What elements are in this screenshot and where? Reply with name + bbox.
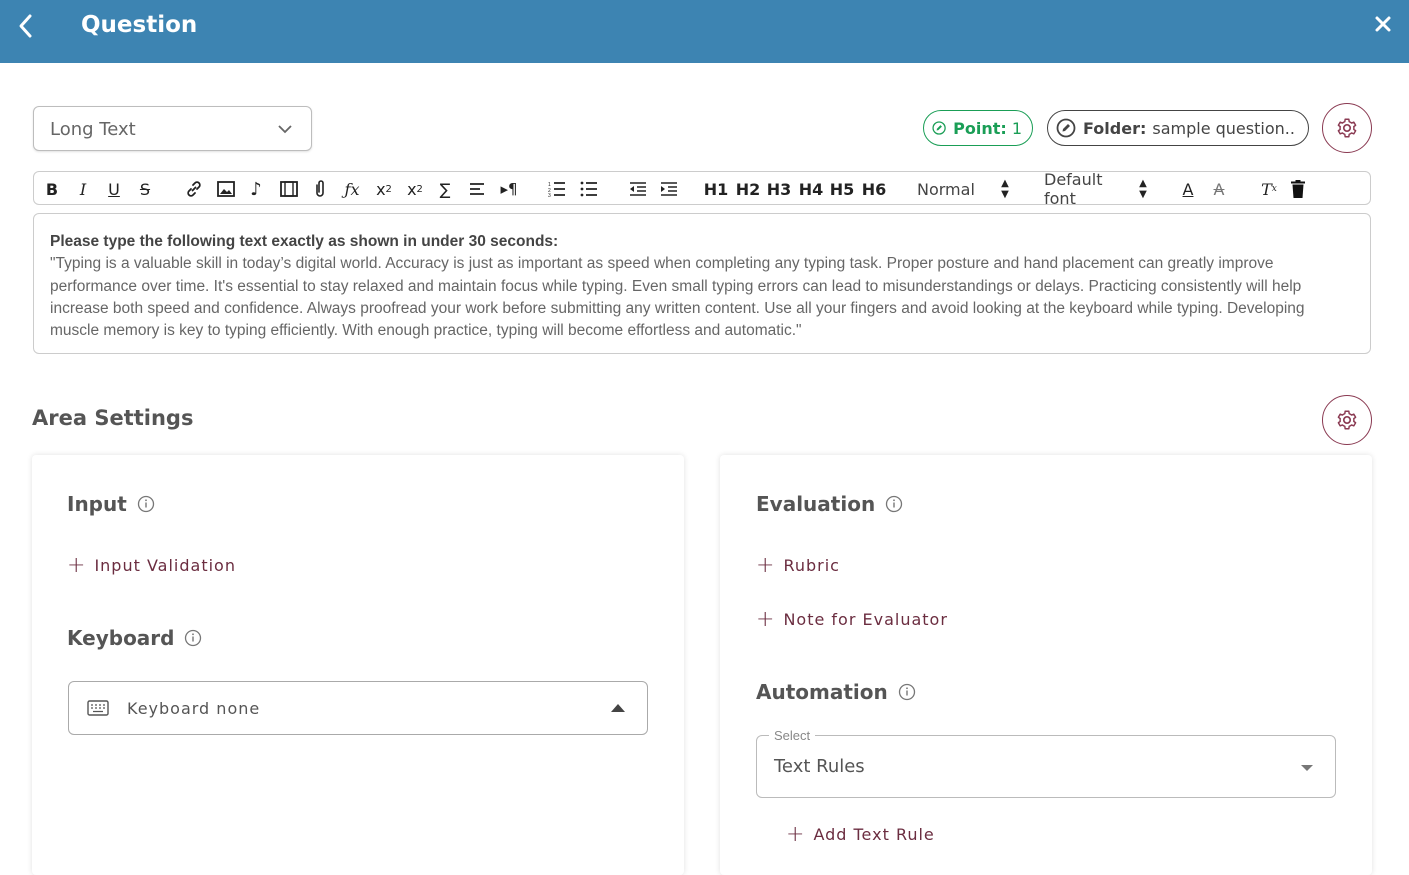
add-input-validation-label: Input Validation bbox=[94, 556, 236, 575]
page-title: Question bbox=[81, 12, 198, 38]
point-value: 1 bbox=[1011, 118, 1022, 138]
folder-button[interactable]: Folder: sample question.. bbox=[1047, 110, 1309, 146]
chevron-down-icon bbox=[278, 125, 292, 134]
area-settings-button[interactable] bbox=[1322, 395, 1372, 445]
folder-value: sample question.. bbox=[1152, 118, 1295, 138]
music-icon[interactable]: ♪ bbox=[246, 178, 266, 200]
point-button[interactable]: Point: 1 bbox=[923, 110, 1033, 146]
keyboard-select[interactable]: Keyboard none bbox=[68, 681, 648, 735]
bold-icon[interactable]: B bbox=[43, 178, 61, 200]
align-icon[interactable] bbox=[467, 178, 487, 200]
select-legend: Select bbox=[769, 728, 816, 743]
heading-4-button[interactable]: H4 bbox=[799, 178, 824, 200]
editor-toolbar: B I U S ♪ ƒx x2 x2 ∑ ▸¶ 123 H1 H2 H3 H4 … bbox=[33, 170, 1371, 208]
superscript-icon[interactable]: x2 bbox=[404, 178, 426, 200]
gear-icon bbox=[1337, 118, 1357, 138]
edit-icon bbox=[1056, 118, 1076, 138]
svg-text:3: 3 bbox=[548, 193, 551, 197]
font-select-value[interactable]: Default font bbox=[1044, 170, 1139, 208]
italic-icon[interactable]: I bbox=[74, 178, 92, 200]
heading-5-button[interactable]: H5 bbox=[830, 178, 855, 200]
evaluation-section-title: Evaluation bbox=[756, 492, 903, 516]
input-section-title: Input bbox=[67, 492, 155, 516]
outdent-icon[interactable] bbox=[627, 178, 649, 200]
keyboard-icon bbox=[87, 700, 109, 716]
image-icon[interactable] bbox=[216, 178, 236, 200]
add-input-validation-button[interactable]: + Input Validation bbox=[67, 552, 236, 578]
info-icon[interactable] bbox=[898, 683, 916, 701]
caret-up-icon bbox=[611, 704, 625, 712]
size-select-value[interactable]: Normal bbox=[917, 178, 977, 200]
question-text-editor[interactable]: Please type the following text exactly a… bbox=[33, 213, 1371, 354]
heading-2-button[interactable]: H2 bbox=[736, 178, 761, 200]
info-icon[interactable] bbox=[137, 495, 155, 513]
heading-3-button[interactable]: H3 bbox=[767, 178, 792, 200]
back-arrow-icon[interactable] bbox=[14, 12, 38, 40]
question-settings-button[interactable] bbox=[1322, 103, 1372, 153]
highlight-color-icon[interactable]: A bbox=[1209, 178, 1229, 200]
folder-label: Folder: bbox=[1083, 118, 1147, 138]
add-text-rule-button[interactable]: + Add Text Rule bbox=[786, 821, 935, 847]
automation-section-title: Automation bbox=[756, 680, 916, 704]
editor-lead-text: Please type the following text exactly a… bbox=[50, 233, 559, 250]
area-settings-title: Area Settings bbox=[32, 406, 194, 430]
add-text-rule-label: Add Text Rule bbox=[813, 825, 935, 844]
text-color-icon[interactable]: A bbox=[1178, 178, 1198, 200]
font-select-arrows-icon[interactable]: ▲ ▼ bbox=[1137, 178, 1149, 200]
plus-icon: + bbox=[786, 821, 806, 847]
strikethrough-icon[interactable]: S bbox=[136, 178, 154, 200]
caret-down-icon bbox=[1301, 765, 1313, 771]
keyboard-title-text: Keyboard bbox=[67, 626, 175, 650]
keyboard-section-title: Keyboard bbox=[67, 626, 202, 650]
underline-icon[interactable]: U bbox=[105, 178, 123, 200]
question-type-select[interactable]: Long Text bbox=[33, 106, 312, 151]
add-rubric-label: Rubric bbox=[783, 556, 840, 575]
automation-title-text: Automation bbox=[756, 680, 888, 704]
subscript-icon[interactable]: x2 bbox=[373, 178, 395, 200]
add-note-for-evaluator-button[interactable]: + Note for Evaluator bbox=[756, 606, 948, 632]
rule-select-value: Text Rules bbox=[774, 756, 865, 777]
keyboard-select-value: Keyboard none bbox=[127, 699, 261, 718]
link-icon[interactable] bbox=[184, 178, 204, 200]
plus-icon: + bbox=[67, 552, 87, 578]
formula-icon[interactable]: ƒx bbox=[341, 178, 363, 200]
text-direction-icon[interactable]: ▸¶ bbox=[498, 178, 520, 200]
automation-rule-select[interactable]: Select Text Rules bbox=[756, 728, 1336, 798]
bullet-list-icon[interactable] bbox=[578, 178, 600, 200]
add-note-label: Note for Evaluator bbox=[783, 610, 948, 629]
heading-6-button[interactable]: H6 bbox=[862, 178, 887, 200]
close-icon[interactable] bbox=[1373, 15, 1393, 37]
evaluation-title-text: Evaluation bbox=[756, 492, 876, 516]
sum-icon[interactable]: ∑ bbox=[435, 178, 455, 200]
add-rubric-button[interactable]: + Rubric bbox=[756, 552, 840, 578]
edit-icon bbox=[932, 121, 946, 135]
video-icon[interactable] bbox=[279, 178, 299, 200]
plus-icon: + bbox=[756, 606, 776, 632]
heading-1-button[interactable]: H1 bbox=[704, 178, 729, 200]
point-label: Point: bbox=[953, 118, 1007, 138]
info-icon[interactable] bbox=[184, 629, 202, 647]
trash-icon[interactable] bbox=[1288, 178, 1308, 200]
input-settings-card: Input + Input Validation Keyboard Keyboa… bbox=[32, 455, 684, 875]
ordered-list-icon[interactable]: 123 bbox=[546, 178, 568, 200]
question-type-value: Long Text bbox=[50, 119, 136, 140]
size-select-arrows-icon[interactable]: ▲ ▼ bbox=[999, 178, 1011, 200]
plus-icon: + bbox=[756, 552, 776, 578]
evaluation-settings-card: Evaluation + Rubric + Note for Evaluator… bbox=[720, 455, 1372, 875]
info-icon[interactable] bbox=[885, 495, 903, 513]
clear-format-icon[interactable]: Tx bbox=[1258, 178, 1280, 200]
attachment-icon[interactable] bbox=[310, 178, 330, 200]
gear-icon bbox=[1337, 410, 1357, 430]
editor-body-text: "Typing is a valuable skill in today’s d… bbox=[50, 255, 1305, 340]
top-bar: Question bbox=[0, 0, 1409, 63]
indent-icon[interactable] bbox=[658, 178, 680, 200]
input-title-text: Input bbox=[67, 492, 127, 516]
